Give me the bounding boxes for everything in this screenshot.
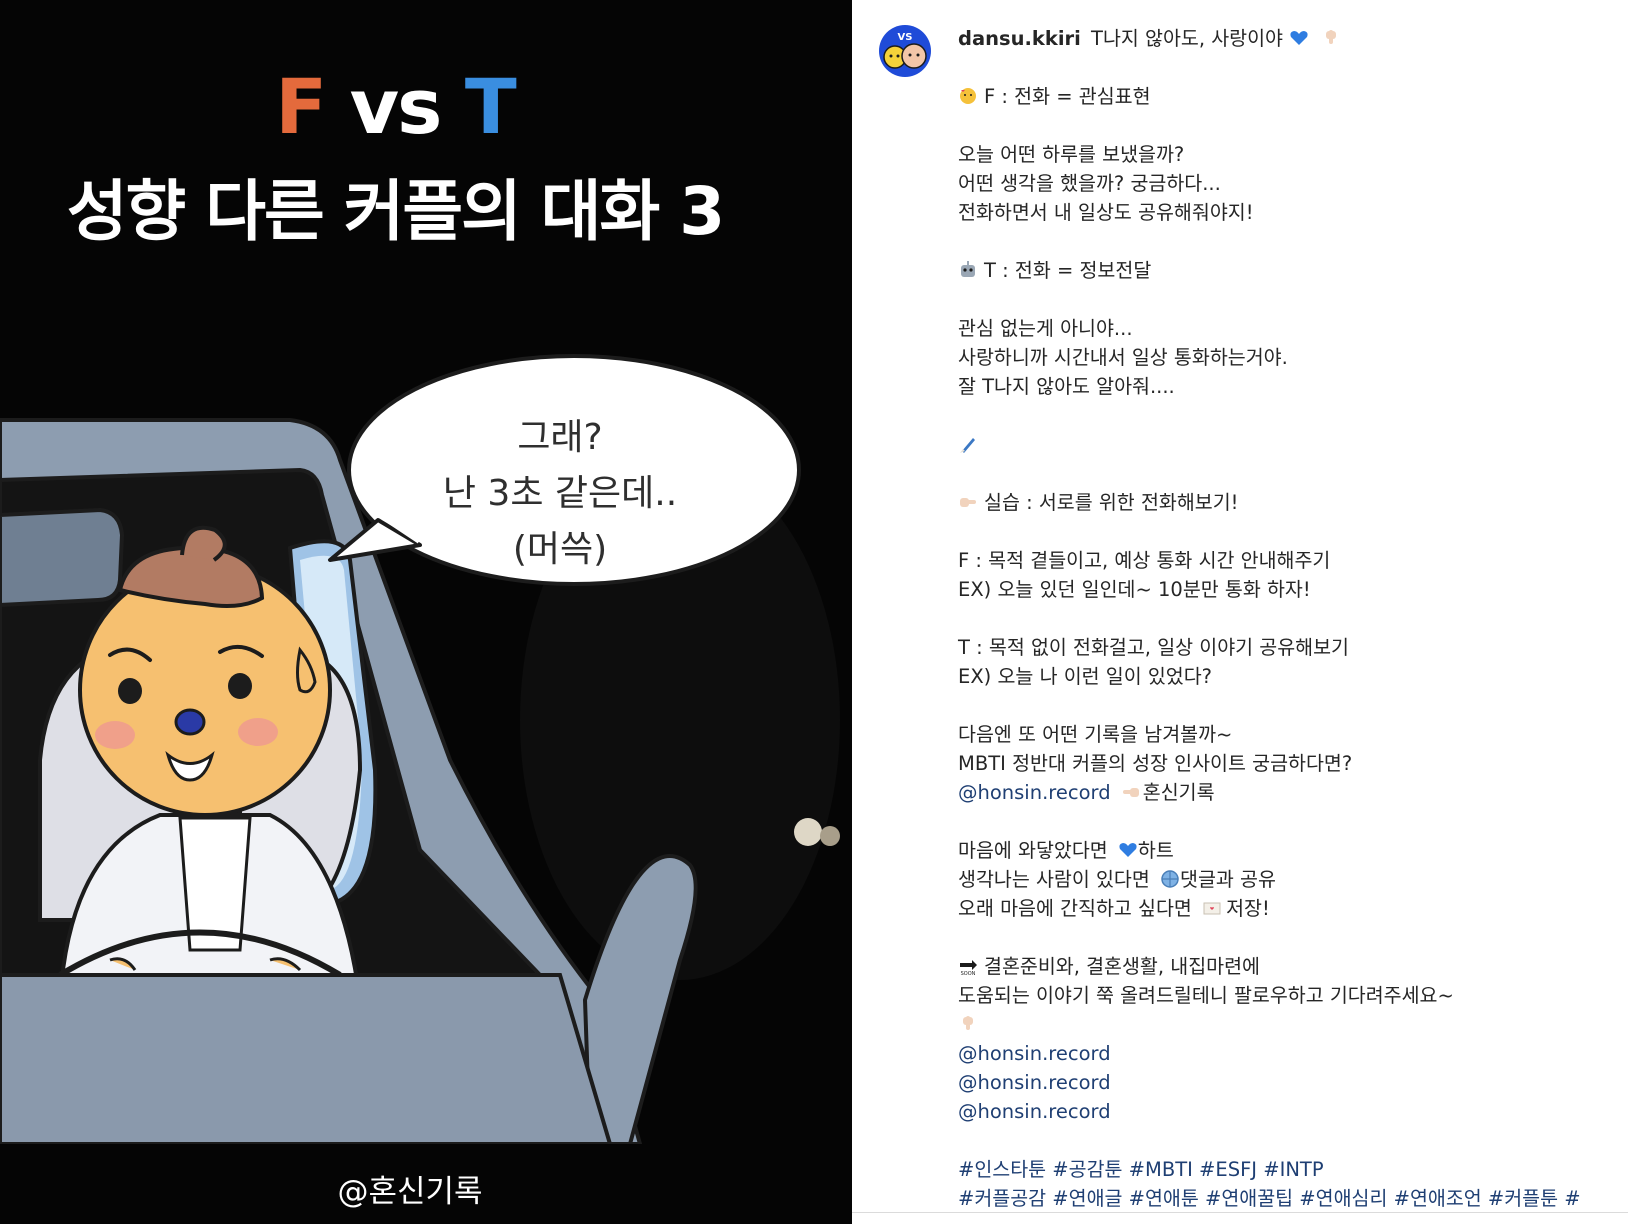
title-vs: vs	[349, 62, 443, 151]
caption-line: 전화하면서 내 일상도 공유해줘야지!	[958, 201, 1254, 224]
share-line: 생각나는 사람이 있다면 댓글과 공유	[958, 865, 1618, 894]
pointing-down-line	[958, 1010, 1618, 1039]
avatar-icon: VS	[879, 25, 931, 77]
caption-line: 도움되는 이야기 쭉 올려드릴테니 팔로우하고 기다려주세요~	[958, 984, 1454, 1007]
divider	[852, 1212, 1628, 1213]
caption-text: 결혼준비와, 결혼생활, 내집마련에	[984, 955, 1260, 978]
pointing-down-icon	[963, 1016, 973, 1030]
caption-line: 다음엔 또 어떤 기록을 남겨볼까~	[958, 723, 1233, 746]
caption-text: 오래 마음에 간직하고 싶다면	[958, 897, 1192, 920]
pointing-right-icon	[960, 498, 976, 507]
avatar[interactable]: VS	[878, 24, 932, 78]
caption-line: 어떤 생각을 했을까? 궁금하다...	[958, 172, 1221, 195]
soon-line: SOON 결혼준비와, 결혼생활, 내집마련에	[958, 952, 1618, 981]
robot-icon	[961, 261, 975, 277]
caption-line: EX) 오늘 있던 일인데~ 10분만 통화 하자!	[958, 578, 1311, 601]
caption-line: T : 목적 없이 전화걸고, 일상 이야기 공유해보기	[958, 636, 1349, 659]
caption-line: EX) 오늘 나 이런 일이 있었다?	[958, 665, 1213, 688]
bubble-line: 그래?	[517, 417, 603, 458]
caption-text: 생각나는 사람이 있다면	[958, 868, 1150, 891]
heart-line: 마음에 와닿았다면 하트	[958, 836, 1618, 865]
caption-title: T나지 않아도, 사랑이야	[1091, 27, 1283, 50]
caption-line: 오늘 어떤 하루를 보냈을까?	[958, 143, 1185, 166]
paintbrush-icon	[960, 438, 975, 453]
caption-text: 댓글과 공유	[1180, 868, 1276, 891]
hashtags-line[interactable]: #커플공감 #연애글 #연애툰 #연애꿀팁 #연애심리 #연애조언 #커플툰 #	[958, 1187, 1581, 1210]
paintbrush-line	[958, 430, 1618, 459]
soon-arrow-icon: SOON	[960, 960, 977, 976]
mention-link[interactable]: @honsin.record	[958, 1100, 1111, 1123]
hashtags-line[interactable]: #인스타툰 #공감툰 #MBTI #ESFJ #INTP	[958, 1158, 1324, 1181]
title-t: T	[464, 62, 517, 151]
save-line: 오래 마음에 간직하고 싶다면 저장!	[958, 894, 1618, 923]
caption-line: 잘 T나지 않아도 알아줘....	[958, 375, 1175, 398]
caption-text: 하트	[1137, 839, 1174, 862]
bubble-line: 난 3초 같은데..	[442, 473, 678, 514]
caption-title-line: dansu.kkiri T나지 않아도, 사랑이야	[958, 24, 1618, 53]
t-heading-line: T : 전화 = 정보전달	[958, 256, 1618, 285]
comic-watermark: @혼신기록	[337, 1174, 483, 1210]
practice-line: 실습 : 서로를 위한 전화해보기!	[958, 488, 1618, 517]
caption-text: 마음에 와닿았다면	[958, 839, 1108, 862]
title-f: F	[275, 62, 327, 151]
comic-subtitle: 성향 다른 커플의 대화 3	[66, 173, 725, 250]
t-heading: T : 전화 = 정보전달	[984, 259, 1152, 282]
caption-text: 혼신기록	[1142, 781, 1215, 804]
caption-line: 관심 없는게 아니야...	[958, 317, 1133, 340]
caption-line: 사랑하니까 시간내서 일상 통화하는거야.	[958, 346, 1288, 369]
mention-link[interactable]: @honsin.record	[958, 781, 1111, 804]
post-media[interactable]: F vs T 성향 다른 커플의 대화 3 그래? 난 3초 같은데.. (머쓱…	[0, 0, 852, 1224]
bubble-line: (머쓱)	[512, 529, 608, 570]
love-letter-icon	[1203, 902, 1221, 915]
comic-title: F vs T	[0, 62, 790, 151]
speech-bubble-text: 그래? 난 3초 같은데.. (머쓱)	[360, 410, 760, 578]
pointing-left-icon	[1122, 788, 1139, 797]
pointing-down-icon	[1326, 30, 1337, 44]
caption-text: 저장!	[1226, 897, 1270, 920]
post-caption: dansu.kkiri T나지 않아도, 사랑이야 F : 전화 = 관심표현 …	[958, 24, 1618, 1213]
practice-heading: 실습 : 서로를 위한 전화해보기!	[984, 491, 1239, 514]
f-heading-line: F : 전화 = 관심표현	[958, 82, 1618, 111]
blue-heart-icon	[1290, 31, 1308, 45]
f-heading: F : 전화 = 관심표현	[984, 85, 1151, 108]
mention-link[interactable]: @honsin.record	[958, 1071, 1111, 1094]
smiling-hearts-icon	[960, 88, 976, 104]
caption-line: F : 목적 곁들이고, 예상 통화 시간 안내해주기	[958, 549, 1331, 572]
avatar-badge: VS	[898, 32, 913, 43]
blue-heart-icon	[1119, 843, 1137, 857]
svg-text:SOON: SOON	[961, 971, 976, 976]
username-link[interactable]: dansu.kkiri	[958, 27, 1081, 50]
mention-link[interactable]: @honsin.record	[958, 1042, 1111, 1065]
globe-icon	[1161, 870, 1179, 888]
caption-line: MBTI 정반대 커플의 성장 인사이트 궁금하다면?	[958, 752, 1353, 775]
mention-line: @honsin.record 혼신기록	[958, 778, 1618, 807]
